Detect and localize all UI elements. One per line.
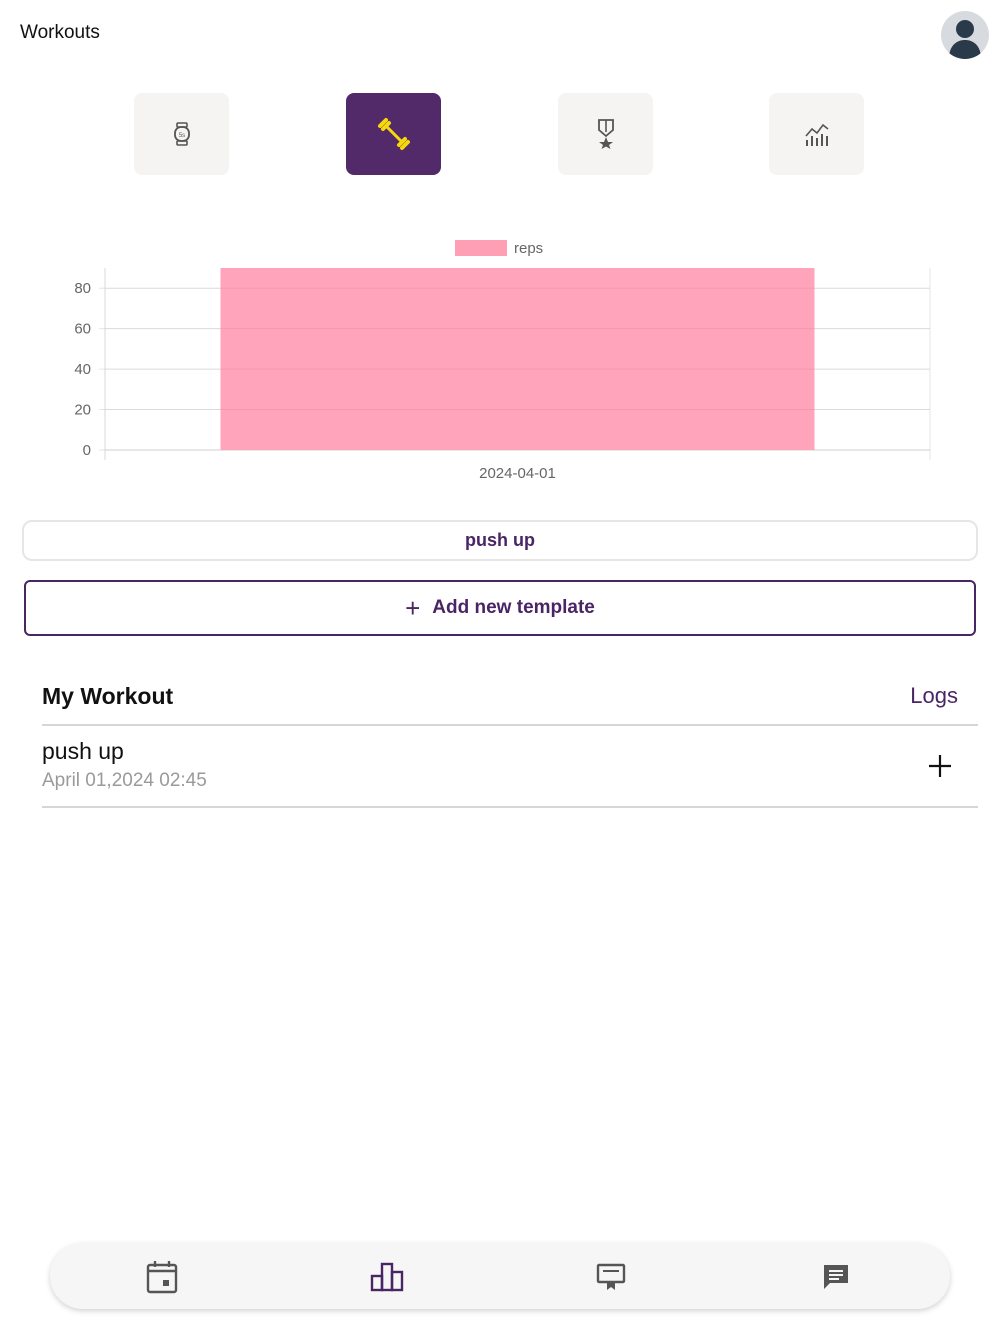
nav-calendar[interactable] [145,1260,179,1294]
nav-podium[interactable] [370,1260,404,1294]
calendar-icon [146,1261,178,1294]
medal-icon [597,119,614,149]
stats-chart-icon [804,123,828,146]
avatar[interactable] [941,11,989,59]
add-template-label: Add new template [432,597,595,618]
y-tick-label: 40 [74,361,91,378]
tab-dumbbell[interactable] [346,93,441,175]
bar [220,268,815,450]
my-workout-header: My Workout Logs [42,680,978,726]
section-title: My Workout [42,683,174,709]
exercise-selector-label: push up [465,530,535,550]
page-title: Workouts [20,22,100,43]
dumbbell-icon [377,118,410,150]
chat-icon [824,1265,848,1289]
plus-icon: + [405,593,421,623]
y-tick-label: 20 [74,402,91,419]
user-silhouette-icon [949,20,981,59]
legend-swatch [455,240,507,256]
certificate-icon [596,1263,626,1290]
list-item[interactable]: push up April 01,2024 02:45 [42,726,978,808]
tab-stats[interactable] [769,93,864,175]
y-tick-label: 0 [83,442,91,459]
tab-watch[interactable]: 5s [134,93,229,175]
reps-chart: 0 20 40 60 80 2024-04-01 reps [0,230,1000,490]
svg-text:5s: 5s [178,133,184,139]
nav-chat[interactable] [819,1260,853,1294]
logs-link[interactable]: Logs [910,683,958,709]
app-header: Workouts [0,0,1000,70]
exercise-selector[interactable]: push up [22,520,978,561]
bottom-navigation [50,1243,950,1309]
y-tick-label: 80 [74,280,91,297]
podium-icon [370,1262,404,1292]
watch-icon: 5s [173,122,190,146]
tab-medal[interactable] [558,93,653,175]
add-template-button[interactable]: + Add new template [24,580,976,636]
workout-date: April 01,2024 02:45 [42,770,207,791]
chart-canvas: 0 20 40 60 80 2024-04-01 reps [74,240,931,482]
legend-label: reps [514,240,543,257]
add-log-icon[interactable] [926,752,954,780]
workout-category-tabs: 5s [0,93,1000,175]
workout-name: push up [42,738,124,764]
nav-certificate[interactable] [594,1260,628,1294]
x-tick-label: 2024-04-01 [479,465,556,482]
y-tick-label: 60 [74,321,91,338]
